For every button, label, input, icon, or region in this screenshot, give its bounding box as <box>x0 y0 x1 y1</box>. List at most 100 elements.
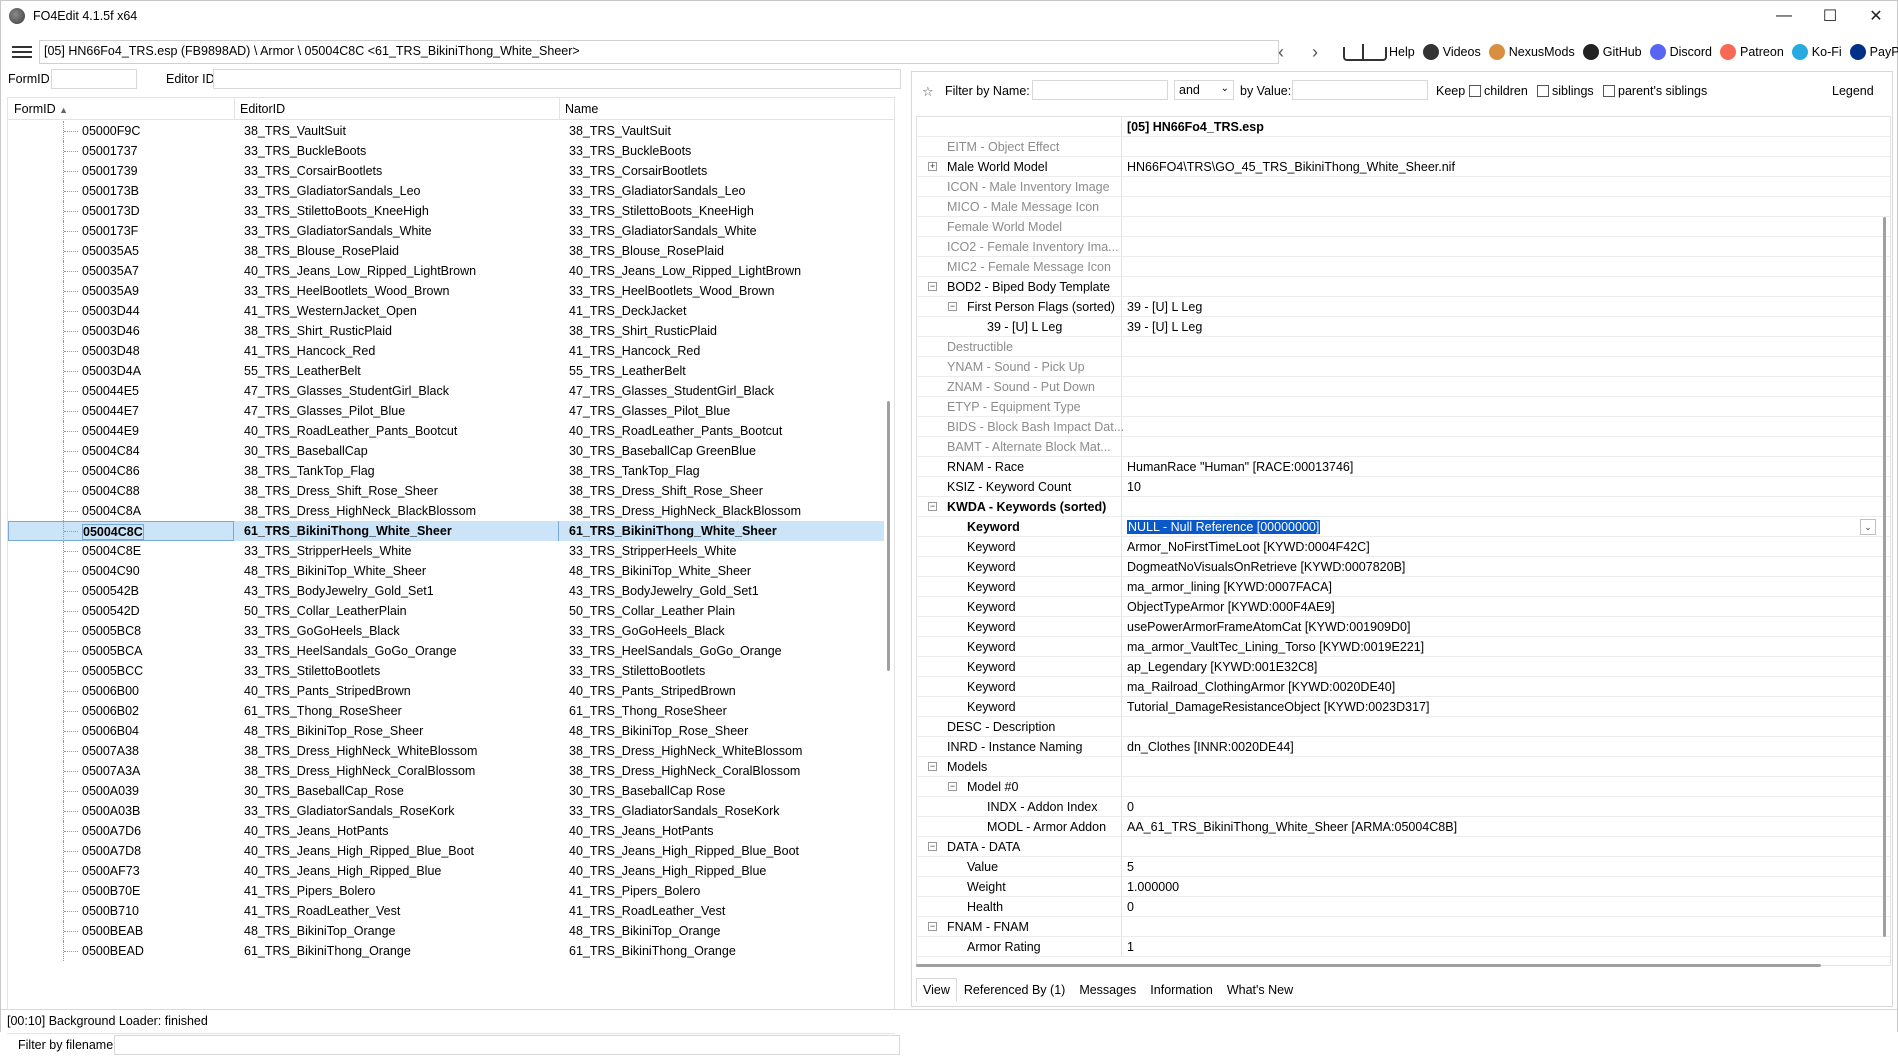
record-path-field[interactable]: [05] HN66Fo4_TRS.esp (FB9898AD) \ Armor … <box>39 40 1279 64</box>
field-row[interactable]: Weight 1.000000 <box>917 877 1890 897</box>
link-github[interactable]: GitHub <box>1582 44 1642 60</box>
field-row[interactable]: − Models <box>917 757 1890 777</box>
field-row[interactable]: MODL - Armor Addon AA_61_TRS_BikiniThong_… <box>917 817 1890 837</box>
table-row[interactable]: 05001739 33_TRS_CorsairBootlets 33_TRS_Cor… <box>8 161 886 181</box>
field-row[interactable]: BAMT - Alternate Block Mat... <box>917 437 1890 457</box>
tab-information[interactable]: Information <box>1143 978 1220 1002</box>
table-row[interactable]: 0500173F 33_TRS_GladiatorSandals_White 33_… <box>8 221 886 241</box>
table-row[interactable]: 05003D44 41_TRS_WesternJacket_Open 41_TRS_… <box>8 301 886 321</box>
forward-button[interactable]: › <box>1303 41 1327 63</box>
keep-children-checkbox[interactable]: children <box>1469 84 1528 98</box>
field-row[interactable]: Keyword Armor_NoFirstTimeLoot [KYWD:0004F… <box>917 537 1890 557</box>
expand-icon[interactable]: + <box>928 162 937 171</box>
link-paypal[interactable]: PayPal <box>1849 44 1898 60</box>
table-row[interactable]: 050035A9 33_TRS_HeelBootlets_Wood_Brown 33… <box>8 281 886 301</box>
collapse-icon[interactable]: − <box>928 922 937 931</box>
tab-what-s-new[interactable]: What's New <box>1220 978 1300 1002</box>
menu-icon[interactable] <box>9 42 35 62</box>
field-row[interactable]: DESC - Description <box>917 717 1890 737</box>
field-row[interactable]: MIC2 - Female Message Icon <box>917 257 1890 277</box>
filename-filter-input[interactable] <box>114 1035 900 1055</box>
table-row[interactable]: 05003D4A 55_TRS_LeatherBelt 55_TRS_Leather… <box>8 361 886 381</box>
legend-button[interactable]: Legend <box>1832 84 1874 98</box>
field-row[interactable]: MICO - Male Message Icon <box>917 197 1890 217</box>
collapse-icon[interactable]: − <box>928 282 937 291</box>
table-row[interactable]: 0500173B 33_TRS_GladiatorSandals_Leo 33_TR… <box>8 181 886 201</box>
field-row[interactable]: Keyword usePowerArmorFrameAtomCat [KYWD:0… <box>917 617 1890 637</box>
table-row[interactable]: 05005BCA 33_TRS_HeelSandals_GoGo_Orange 33… <box>8 641 886 661</box>
field-row[interactable]: YNAM - Sound - Pick Up <box>917 357 1890 377</box>
field-row[interactable]: KSIZ - Keyword Count 10 <box>917 477 1890 497</box>
table-row[interactable]: 05005BC8 33_TRS_GoGoHeels_Black 33_TRS_GoG… <box>8 621 886 641</box>
field-row[interactable]: − FNAM - FNAM <box>917 917 1890 937</box>
table-row[interactable]: 050035A5 38_TRS_Blouse_RosePlaid 38_TRS_Bl… <box>8 241 886 261</box>
field-row[interactable]: + Male World Model HN66FO4\TRS\GO_45_TRS_B… <box>917 157 1890 177</box>
table-row[interactable]: 050044E5 47_TRS_Glasses_StudentGirl_Black… <box>8 381 886 401</box>
filter-name-input[interactable] <box>1032 80 1168 100</box>
chevron-down-icon[interactable]: ⌄ <box>1860 519 1876 535</box>
table-row[interactable]: 0500AF73 40_TRS_Jeans_High_Ripped_Blue 40_… <box>8 861 886 881</box>
filter-operator-select[interactable]: and ⌄ <box>1174 80 1234 100</box>
link-help[interactable]: Help <box>1341 43 1415 61</box>
field-row[interactable]: Keyword DogmeatNoVisualsOnRetrieve [KYWD:… <box>917 557 1890 577</box>
table-row[interactable]: 05004C84 30_TRS_BaseballCap 30_TRS_Basebal… <box>8 441 886 461</box>
table-row[interactable]: 0500B710 41_TRS_RoadLeather_Vest 41_TRS_Ro… <box>8 901 886 921</box>
table-row[interactable]: 05005BCC 33_TRS_StilettoBootlets 33_TRS_St… <box>8 661 886 681</box>
close-button[interactable]: ✕ <box>1853 1 1898 31</box>
filter-value-input[interactable] <box>1292 80 1428 100</box>
minimize-button[interactable]: — <box>1761 1 1807 31</box>
formid-filter-input[interactable] <box>51 69 137 89</box>
detail-hscrollbar[interactable] <box>916 962 1836 968</box>
field-row[interactable]: BIDS - Block Bash Impact Dat... <box>917 417 1890 437</box>
field-row[interactable]: − DATA - DATA <box>917 837 1890 857</box>
collapse-icon[interactable]: − <box>928 502 937 511</box>
table-row[interactable]: 05003D46 38_TRS_Shirt_RusticPlaid 38_TRS_S… <box>8 321 886 341</box>
keep-parents-siblings-checkbox[interactable]: parent's siblings <box>1603 84 1707 98</box>
field-row[interactable]: Keyword ma_armor_VaultTec_Lining_Torso [K… <box>917 637 1890 657</box>
field-row[interactable]: Keyword ma_Railroad_ClothingArmor [KYWD:0… <box>917 677 1890 697</box>
table-row[interactable]: 05000F9C 38_TRS_VaultSuit 38_TRS_VaultSuit <box>8 121 886 141</box>
scrollbar-thumb[interactable] <box>887 401 890 671</box>
formid-column-header[interactable]: FormID ▲ <box>14 102 68 116</box>
table-row[interactable]: 050044E9 40_TRS_RoadLeather_Pants_Bootcut… <box>8 421 886 441</box>
tab-view[interactable]: View <box>916 978 957 1002</box>
table-row[interactable]: 05004C8A 38_TRS_Dress_HighNeck_BlackBloss… <box>8 501 886 521</box>
table-row[interactable]: 0500A7D6 40_TRS_Jeans_HotPants 40_TRS_Jean… <box>8 821 886 841</box>
table-row[interactable]: 05001737 33_TRS_BuckleBoots 33_TRS_BuckleB… <box>8 141 886 161</box>
field-row[interactable]: Keyword NULL - Null Reference [00000000] ⌄ <box>917 517 1890 537</box>
table-row[interactable]: 050044E7 47_TRS_Glasses_Pilot_Blue 47_TRS_… <box>8 401 886 421</box>
field-row[interactable]: Armor Rating 1 <box>917 937 1890 957</box>
field-row[interactable]: INRD - Instance Naming dn_Clothes [INNR:0… <box>917 737 1890 757</box>
link-nexusmods[interactable]: NexusMods <box>1488 44 1575 60</box>
table-row[interactable]: 05004C90 48_TRS_BikiniTop_White_Sheer 48_T… <box>8 561 886 581</box>
collapse-icon[interactable]: − <box>928 762 937 771</box>
table-row[interactable]: 05003D48 41_TRS_Hancock_Red 41_TRS_Hancock… <box>8 341 886 361</box>
field-row[interactable]: EITM - Object Effect <box>917 137 1890 157</box>
table-row[interactable]: 0500A7D8 40_TRS_Jeans_High_Ripped_Blue_Bo… <box>8 841 886 861</box>
link-patreon[interactable]: Patreon <box>1720 44 1784 60</box>
record-grid-scrollbar[interactable] <box>884 121 894 1033</box>
table-row[interactable]: 05006B04 48_TRS_BikiniTop_Rose_Sheer 48_TR… <box>8 721 886 741</box>
table-row[interactable]: 05004C88 38_TRS_Dress_Shift_Rose_Sheer 38_… <box>8 481 886 501</box>
field-row[interactable]: ZNAM - Sound - Put Down <box>917 377 1890 397</box>
link-discord[interactable]: Discord <box>1649 44 1712 60</box>
collapse-icon[interactable]: − <box>948 302 957 311</box>
field-row[interactable]: − Model #0 <box>917 777 1890 797</box>
collapse-icon[interactable]: − <box>928 842 937 851</box>
field-row[interactable]: − First Person Flags (sorted) 39 - [U] L L… <box>917 297 1890 317</box>
tab-messages[interactable]: Messages <box>1072 978 1143 1002</box>
maximize-button[interactable]: ☐ <box>1807 1 1853 31</box>
link-videos[interactable]: Videos <box>1422 44 1481 60</box>
table-row[interactable]: 05006B02 61_TRS_Thong_RoseSheer 61_TRS_Tho… <box>8 701 886 721</box>
field-row[interactable]: INDX - Addon Index 0 <box>917 797 1890 817</box>
table-row[interactable]: 05007A3A 38_TRS_Dress_HighNeck_CoralBloss… <box>8 761 886 781</box>
keep-siblings-checkbox[interactable]: siblings <box>1537 84 1594 98</box>
field-row[interactable]: − BOD2 - Biped Body Template <box>917 277 1890 297</box>
field-row[interactable]: ICON - Male Inventory Image <box>917 177 1890 197</box>
table-row[interactable]: 0500542D 50_TRS_Collar_LeatherPlain 50_TRS… <box>8 601 886 621</box>
editorid-column-header[interactable]: EditorID <box>240 102 285 116</box>
table-row[interactable]: 0500B70E 41_TRS_Pipers_Bolero 41_TRS_Piper… <box>8 881 886 901</box>
table-row[interactable]: 05006B00 40_TRS_Pants_StripedBrown 40_TRS_… <box>8 681 886 701</box>
table-row[interactable]: 05004C8E 33_TRS_StripperHeels_White 33_TRS… <box>8 541 886 561</box>
collapse-icon[interactable]: − <box>948 782 957 791</box>
